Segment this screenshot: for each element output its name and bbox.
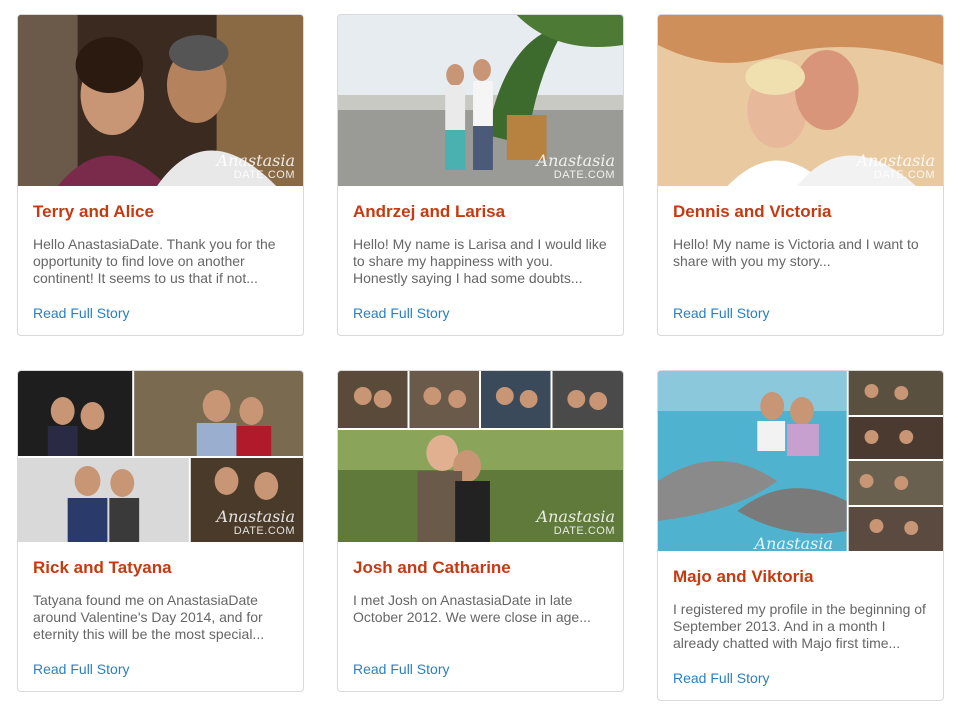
story-card-andrzej-larisa[interactable]: Anastasia DATE.COM Andrzej and Larisa Hel…	[337, 14, 624, 336]
read-full-story-link[interactable]: Read Full Story	[673, 305, 769, 321]
story-card-dennis-victoria[interactable]: Anastasia DATE.COM Dennis and Victoria He…	[657, 14, 944, 336]
story-excerpt: Hello! My name is Larisa and I would lik…	[353, 236, 607, 286]
story-card-rick-tatyana[interactable]: Anastasia DATE.COM Rick and Tatyana Tatya…	[17, 370, 304, 692]
story-card-majo-viktoria[interactable]: Anastasia Majo and Viktoria I registered…	[657, 370, 944, 701]
story-title[interactable]: Dennis and Victoria	[673, 202, 928, 222]
story-title[interactable]: Andrzej and Larisa	[353, 202, 608, 222]
story-excerpt: I registered my profile in the beginning…	[673, 601, 926, 651]
read-full-story-link[interactable]: Read Full Story	[33, 661, 129, 677]
couple-photo-collage[interactable]: Anastasia DATE.COM	[338, 371, 623, 542]
watermark-logo: Anastasia DATE.COM	[536, 151, 615, 182]
watermark-logo: Anastasia DATE.COM	[536, 507, 615, 538]
story-card-terry-alice[interactable]: Anastasia DATE.COM Terry and Alice Hello …	[17, 14, 304, 336]
story-excerpt: Tatyana found me on AnastasiaDate around…	[33, 592, 265, 642]
story-excerpt: I met Josh on AnastasiaDate in late Octo…	[353, 592, 591, 625]
story-title[interactable]: Majo and Viktoria	[673, 567, 928, 587]
watermark-logo: Anastasia DATE.COM	[216, 507, 295, 538]
story-card-josh-catharine[interactable]: Anastasia DATE.COM Josh and Catharine I m…	[337, 370, 624, 692]
story-title[interactable]: Terry and Alice	[33, 202, 288, 222]
story-excerpt: Hello AnastasiaDate. Thank you for the o…	[33, 236, 276, 286]
couple-photo[interactable]: Anastasia DATE.COM	[338, 15, 623, 186]
story-excerpt: Hello! My name is Victoria and I want to…	[673, 236, 919, 269]
story-title[interactable]: Rick and Tatyana	[33, 558, 288, 578]
read-full-story-link[interactable]: Read Full Story	[33, 305, 129, 321]
couple-photo[interactable]: Anastasia DATE.COM	[18, 15, 303, 186]
couple-photo-collage[interactable]: Anastasia DATE.COM	[18, 371, 303, 542]
couple-photo[interactable]: Anastasia DATE.COM	[658, 15, 943, 186]
read-full-story-link[interactable]: Read Full Story	[353, 305, 449, 321]
watermark-logo: Anastasia DATE.COM	[216, 151, 295, 182]
read-full-story-link[interactable]: Read Full Story	[673, 670, 769, 686]
story-title[interactable]: Josh and Catharine	[353, 558, 608, 578]
watermark-logo: Anastasia	[754, 534, 833, 552]
couple-photo-collage[interactable]: Anastasia	[658, 371, 943, 551]
watermark-logo: Anastasia DATE.COM	[856, 151, 935, 182]
read-full-story-link[interactable]: Read Full Story	[353, 661, 449, 677]
